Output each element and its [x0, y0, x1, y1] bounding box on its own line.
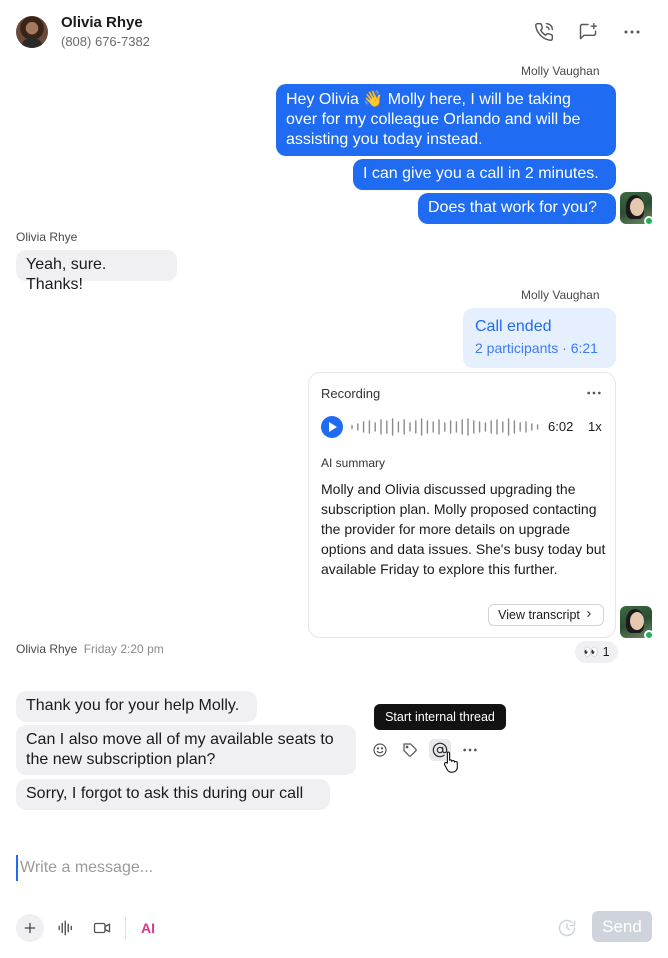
reaction-count: 1 — [602, 645, 610, 659]
call-ended-title: Call ended — [475, 318, 552, 335]
sender-name: Olivia Rhye — [16, 642, 78, 656]
incoming-message[interactable]: Thank you for your help Molly. — [16, 691, 257, 722]
outgoing-message[interactable]: Hey Olivia 👋 Molly here, I will be takin… — [276, 84, 616, 156]
more-horizontal-icon[interactable] — [620, 20, 644, 44]
schedule-clock-icon[interactable] — [556, 916, 578, 940]
hand-cursor-icon — [442, 750, 460, 774]
ai-assist-button[interactable]: AI — [140, 916, 156, 940]
tag-icon[interactable] — [399, 739, 421, 761]
reaction-badge[interactable]: 👀 1 — [575, 641, 618, 663]
conversation-header: Olivia Rhye (808) 676-7382 — [0, 0, 668, 64]
phone-call-icon[interactable] — [532, 20, 556, 44]
incoming-message[interactable]: Sorry, I forgot to ask this during our c… — [16, 779, 330, 810]
incoming-message[interactable]: Can I also move all of my available seat… — [16, 725, 356, 775]
message-plus-icon[interactable] — [576, 20, 600, 44]
contact-phone: (808) 676-7382 — [61, 34, 150, 49]
recording-duration: 6:02 — [548, 419, 574, 434]
send-button[interactable]: Send — [592, 911, 652, 942]
start-internal-thread-tooltip: Start internal thread — [374, 704, 506, 730]
message-sender: Olivia Rhye Friday 2:20 pm — [16, 642, 164, 656]
message-sender: Olivia Rhye — [16, 230, 78, 244]
agent-avatar — [620, 606, 654, 640]
audio-waveform-icon[interactable] — [56, 916, 76, 940]
ai-summary-label: AI summary — [321, 456, 386, 470]
outgoing-message[interactable]: Does that work for you? — [418, 193, 616, 224]
online-status-badge — [644, 216, 654, 226]
toolbar-divider — [125, 917, 126, 939]
message-sender: Molly Vaughan — [521, 288, 600, 302]
incoming-message[interactable]: Yeah, sure. Thanks! — [16, 250, 177, 293]
ai-summary-text: Molly and Olivia discussed upgrading the… — [321, 481, 606, 577]
contact-name[interactable]: Olivia Rhye — [61, 14, 143, 31]
chevron-right-icon — [584, 608, 594, 622]
recording-label: Recording — [321, 386, 381, 401]
agent-avatar — [620, 192, 654, 226]
contact-avatar[interactable] — [16, 16, 48, 48]
plus-icon[interactable] — [16, 914, 44, 942]
reaction-emoji: 👀 — [583, 644, 599, 659]
outgoing-message[interactable]: I can give you a call in 2 minutes. — [353, 159, 616, 190]
more-horizontal-icon[interactable] — [459, 739, 481, 761]
emoji-icon[interactable] — [369, 739, 391, 761]
playback-speed-button[interactable]: 1x — [588, 419, 602, 434]
audio-waveform[interactable] — [349, 417, 541, 437]
view-transcript-label: View transcript — [498, 608, 580, 622]
online-status-badge — [644, 630, 654, 640]
message-timestamp: Friday 2:20 pm — [83, 642, 164, 656]
view-transcript-button[interactable]: View transcript — [488, 604, 604, 626]
message-sender: Molly Vaughan — [521, 64, 600, 78]
video-camera-icon[interactable] — [91, 916, 113, 940]
play-icon[interactable] — [321, 416, 343, 438]
recording-card: Recording 6:02 1x AI summary Molly and O… — [308, 372, 616, 638]
call-ended-card[interactable]: Call ended 2 participants · 6:21 — [463, 308, 616, 368]
call-participants-duration: 2 participants · 6:21 — [475, 340, 598, 356]
message-input[interactable] — [16, 855, 652, 881]
more-horizontal-icon[interactable] — [583, 383, 605, 403]
